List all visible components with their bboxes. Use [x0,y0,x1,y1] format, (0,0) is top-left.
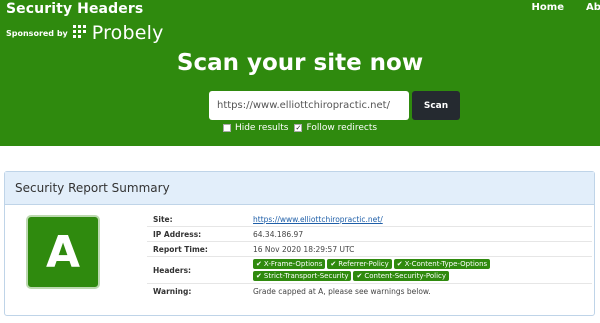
headers-badges: ✔ X-Frame-Options ✔ Referrer-Policy ✔ X-Con… [253,258,592,282]
ip-label: IP Address: [153,229,202,239]
header-badge[interactable]: ✔ X-Frame-Options [253,259,326,269]
header-badge[interactable]: ✔ Referrer-Policy [327,259,392,269]
info-row-report-time: Report Time: 16 Nov 2020 18:29:57 UTC [147,242,592,257]
sponsored-by-label: Sponsored by [6,28,68,38]
follow-redirects-option[interactable]: ✓ Follow redirects [294,123,377,133]
probely-logo[interactable]: Probely [72,22,164,44]
scan-button[interactable]: Scan [412,91,460,120]
hero-heading: Scan your site now [176,50,424,76]
check-icon: ✔ [396,260,403,268]
follow-redirects-checkbox[interactable]: ✓ [294,123,303,132]
hide-results-checkbox[interactable] [222,124,231,132]
info-row-ip: IP Address: 64.34.186.97 [147,227,592,242]
check-icon: ✔ [356,272,363,280]
report-time-label: Report Time: [153,244,208,254]
site-label: Site: [153,214,173,224]
info-row-warning: Warning: Grade capped at A, please see w… [147,284,592,299]
check-icon: ✔ [330,260,337,268]
follow-redirects-label: Follow redirects [306,123,378,133]
panel-title: Security Report Summary [15,181,170,195]
hero-banner: Security Headers Sponsored by Probely Ho… [0,0,600,146]
url-input[interactable] [209,91,409,120]
report-summary-panel: Security Report Summary A Site: https://… [4,171,595,316]
check-icon: ✔ [256,272,262,280]
info-row-headers: Headers: ✔ X-Frame-Options ✔ Referrer-Poli… [147,257,592,284]
checkmark-icon: ✓ [295,123,302,132]
report-info-table: Site: https://www.elliottchiropractic.ne… [147,212,592,299]
ip-value: 64.34.186.97 [253,229,304,239]
nav-home[interactable]: Home [532,2,564,13]
hide-results-option[interactable]: Hide results [222,123,289,133]
probely-dots-icon [72,25,86,38]
scan-form: Scan [209,91,460,120]
report-time-value: 16 Nov 2020 18:29:57 UTC [253,244,355,254]
header-badge[interactable]: ✔ X-Content-Type-Options [393,259,491,269]
site-link[interactable]: https://www.elliottchiropractic.net/ [253,215,383,224]
site-title[interactable]: Security Headers [6,1,143,17]
header-badge[interactable]: ✔ Strict-Transport-Security [253,271,352,281]
panel-header: Security Report Summary [5,172,594,205]
nav-about[interactable]: About [586,2,600,13]
warning-label: Warning: [153,287,192,296]
grade-badge: A [26,215,100,289]
check-icon: ✔ [256,260,262,268]
top-nav: Home About [506,2,600,13]
site-value: https://www.elliottchiropractic.net/ [253,215,592,224]
headers-label: Headers: [153,265,192,275]
header-badge[interactable]: ✔ Content-Security-Policy [353,271,450,281]
scan-options: Hide results ✓ Follow redirects [0,123,600,133]
sponsor-block[interactable]: Sponsored by Probely [6,22,164,44]
warning-value: Grade capped at A, please see warnings b… [253,287,431,296]
probely-wordmark: Probely [91,22,164,44]
hide-results-label: Hide results [234,123,289,133]
info-row-site: Site: https://www.elliottchiropractic.ne… [147,212,592,227]
